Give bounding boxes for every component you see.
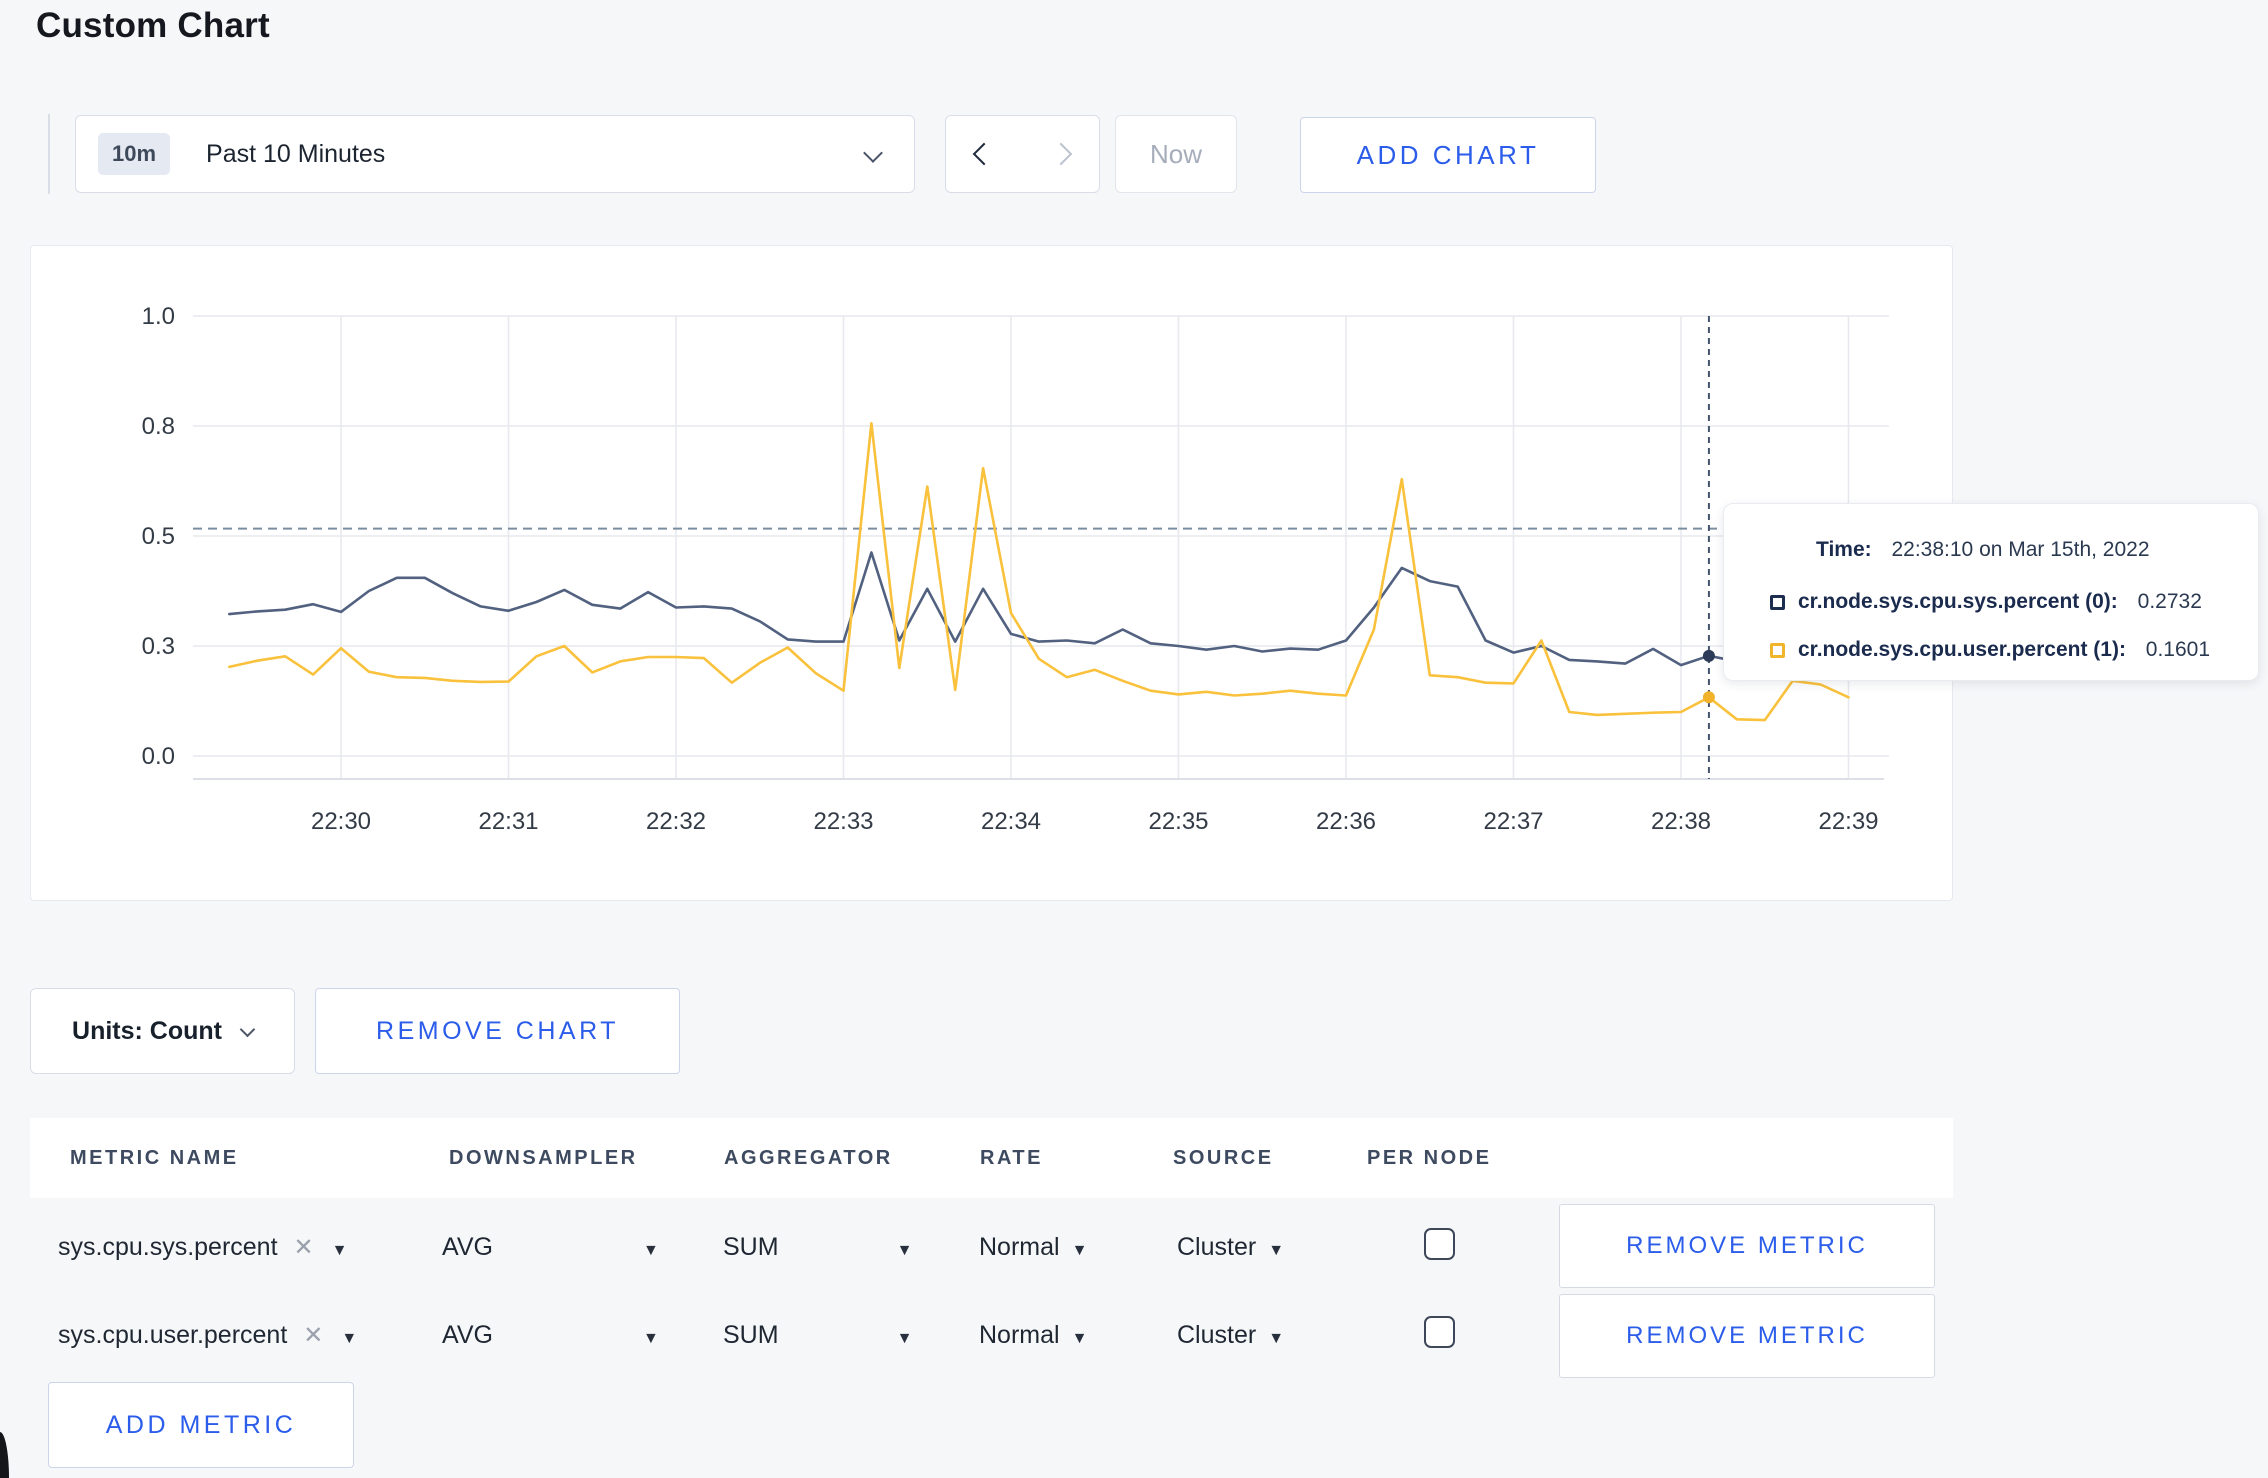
dropdown-arrow-icon[interactable]: ▼: [897, 1242, 913, 1259]
downsampler-value: AVG: [442, 1321, 493, 1349]
x-axis-tick-label: 22:39: [1818, 808, 1878, 835]
dropdown-arrow-icon[interactable]: ▼: [643, 1330, 659, 1347]
add-metric-button[interactable]: ADD METRIC: [48, 1382, 354, 1468]
dropdown-arrow-icon[interactable]: ▼: [1072, 1242, 1088, 1259]
metric-name-value: sys.cpu.sys.percent: [58, 1233, 278, 1261]
column-header-source: SOURCE: [1173, 1147, 1274, 1169]
series-sys-swatch-icon: [1770, 595, 1785, 610]
x-axis-tick-label: 22:31: [478, 808, 538, 835]
remove-chart-button[interactable]: REMOVE CHART: [315, 988, 680, 1074]
x-axis-tick-label: 22:35: [1148, 808, 1208, 835]
remove-metric-button[interactable]: REMOVE METRIC: [1559, 1294, 1935, 1378]
aggregator-select[interactable]: SUM ▼: [723, 1321, 912, 1350]
tooltip-series-label: cr.node.sys.cpu.sys.percent (0):: [1798, 590, 2118, 613]
source-select[interactable]: Cluster ▼: [1177, 1321, 1284, 1350]
x-axis-tick-label: 22:30: [311, 808, 371, 835]
chevron-down-icon: [863, 143, 883, 163]
y-axis-tick-label: 1.0: [142, 303, 175, 330]
chevron-down-icon: [239, 1021, 256, 1037]
x-axis-tick-label: 22:36: [1316, 808, 1376, 835]
time-back-button[interactable]: [945, 115, 1023, 193]
crosshair-point-0: [1702, 649, 1715, 662]
source-value: Cluster: [1177, 1233, 1257, 1261]
series-line-0: [228, 551, 1850, 667]
dropdown-arrow-icon[interactable]: ▼: [332, 1242, 348, 1259]
aggregator-value: SUM: [723, 1233, 779, 1261]
chart-card: 0.0 0.3 0.5 0.8 1.0 22:30 22:31 22:32 22:33 22:34…: [30, 245, 2259, 901]
rate-select[interactable]: Normal ▼: [979, 1233, 1087, 1262]
time-range-badge: 10m: [98, 133, 171, 175]
metric-name-select[interactable]: sys.cpu.user.percent ✕ ▼: [58, 1321, 357, 1350]
toolbar-divider: [48, 114, 50, 194]
rate-value: Normal: [979, 1233, 1060, 1261]
tooltip-series-value: 0.2732: [2137, 590, 2202, 613]
time-range-dropdown[interactable]: 10m Past 10 Minutes: [75, 115, 915, 193]
dropdown-arrow-icon[interactable]: ▼: [1268, 1242, 1284, 1259]
custom-chart-plot[interactable]: 0.0 0.3 0.5 0.8 1.0 22:30 22:31 22:32 22:33 22:34…: [31, 246, 1952, 900]
x-axis-tick-label: 22:34: [981, 808, 1041, 835]
metric-name-select[interactable]: sys.cpu.sys.percent ✕ ▼: [58, 1233, 347, 1262]
series-user-swatch-icon: [1770, 643, 1785, 658]
now-button[interactable]: Now: [1115, 115, 1237, 193]
source-select[interactable]: Cluster ▼: [1177, 1233, 1284, 1262]
y-axis-tick-label: 0.8: [142, 413, 175, 440]
column-header-per-node: PER NODE: [1367, 1147, 1492, 1169]
clear-metric-icon[interactable]: ✕: [303, 1322, 323, 1349]
dropdown-arrow-icon[interactable]: ▼: [1268, 1330, 1284, 1347]
tooltip-time-label: Time:: [1816, 538, 1872, 561]
per-node-checkbox[interactable]: [1424, 1228, 1455, 1260]
column-header-rate: RATE: [980, 1147, 1043, 1169]
x-axis-tick-label: 22:32: [646, 808, 706, 835]
column-header-aggregator: AGGREGATOR: [724, 1147, 893, 1169]
chevron-left-icon: [972, 142, 996, 166]
chevron-right-icon: [1049, 142, 1072, 166]
downsampler-value: AVG: [442, 1233, 493, 1261]
rate-value: Normal: [979, 1321, 1060, 1349]
clear-metric-icon[interactable]: ✕: [294, 1234, 314, 1261]
aggregator-select[interactable]: SUM ▼: [723, 1233, 912, 1262]
remove-metric-button[interactable]: REMOVE METRIC: [1559, 1204, 1935, 1288]
time-range-label: Past 10 Minutes: [206, 139, 386, 168]
y-axis-tick-label: 0.5: [142, 523, 175, 550]
tooltip-time-value: 22:38:10 on Mar 15th, 2022: [1891, 538, 2150, 561]
aggregator-value: SUM: [723, 1321, 779, 1349]
downsampler-select[interactable]: AVG ▼: [442, 1233, 659, 1262]
chart-tooltip: Time: 22:38:10 on Mar 15th, 2022 cr.node…: [1723, 503, 2259, 681]
dropdown-arrow-icon[interactable]: ▼: [341, 1330, 357, 1347]
source-value: Cluster: [1177, 1321, 1257, 1349]
dropdown-arrow-icon[interactable]: ▼: [643, 1242, 659, 1259]
column-header-downsampler: DOWNSAMPLER: [449, 1147, 638, 1169]
time-forward-button[interactable]: [1022, 115, 1100, 193]
add-chart-button[interactable]: ADD CHART: [1300, 117, 1596, 193]
column-header-metric-name: METRIC NAME: [70, 1147, 239, 1169]
metric-name-value: sys.cpu.user.percent: [58, 1321, 288, 1349]
dropdown-arrow-icon[interactable]: ▼: [1072, 1330, 1088, 1347]
rate-select[interactable]: Normal ▼: [979, 1321, 1087, 1350]
y-axis-tick-label: 0.3: [142, 633, 175, 660]
dropdown-arrow-icon[interactable]: ▼: [897, 1330, 913, 1347]
units-dropdown[interactable]: Units: Count: [30, 988, 295, 1074]
tooltip-series-value: 0.1601: [2145, 638, 2211, 661]
screenshot-corner-artifact: [0, 1432, 9, 1478]
tooltip-series-label: cr.node.sys.cpu.user.percent (1):: [1798, 638, 2126, 661]
series-line-1: [228, 422, 1850, 722]
x-axis-tick-label: 22:33: [813, 808, 873, 835]
x-axis-tick-label: 22:38: [1651, 808, 1711, 835]
y-axis-tick-label: 0.0: [142, 743, 175, 770]
x-axis-tick-label: 22:37: [1483, 808, 1543, 835]
units-label: Units: Count: [72, 1016, 222, 1045]
per-node-checkbox[interactable]: [1424, 1316, 1455, 1348]
crosshair-point-1: [1702, 691, 1715, 704]
page-title: Custom Chart: [36, 6, 270, 45]
downsampler-select[interactable]: AVG ▼: [442, 1321, 659, 1350]
